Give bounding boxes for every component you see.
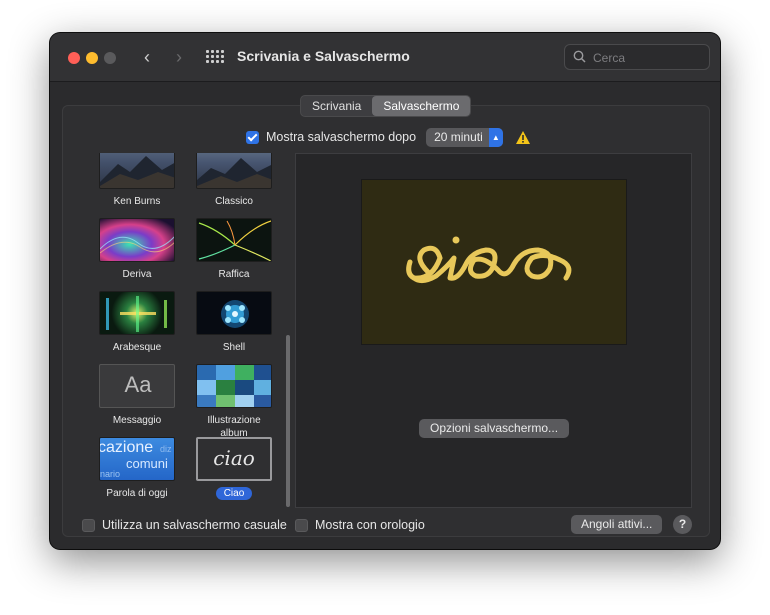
show-after-value: 20 minuti [434, 130, 483, 144]
clock-label: Mostra con orologio [315, 518, 425, 532]
random-row: Utilizza un salvaschermo casuale [82, 515, 287, 535]
mountain-landscape-icon [99, 153, 175, 189]
screensaver-illustrazione-album[interactable]: Illustrazione album [189, 364, 279, 441]
screensaver-ciao[interactable]: ciao Ciao [189, 437, 279, 501]
ciao-preview-script [406, 236, 572, 284]
album-mosaic-icon [196, 364, 272, 408]
tile-label: Arabesque [112, 342, 162, 353]
screensaver-raffica[interactable]: Raffica [189, 218, 279, 282]
title-bar: ‹ › Scrivania e Salvaschermo [50, 33, 720, 82]
word-of-day-icon: cazione diz comuni nario [99, 437, 175, 481]
screensaver-classico[interactable]: Classico [189, 153, 279, 209]
warning-icon[interactable] [515, 130, 531, 145]
tab-salvaschermo[interactable]: Salvaschermo [372, 96, 471, 116]
color-bars-icon [99, 291, 175, 335]
show-all-grid-icon[interactable] [206, 50, 224, 64]
back-chevron-icon[interactable]: ‹ [136, 45, 158, 69]
popup-arrows-icon: ▲ [488, 127, 503, 147]
thumb-text: Aa [124, 372, 152, 397]
search-input[interactable] [591, 48, 705, 68]
close-window-button[interactable] [68, 52, 80, 64]
show-after-row: Mostra salvaschermo dopo 20 minuti ▲ [246, 127, 531, 147]
tile-label: Ken Burns [113, 196, 161, 207]
thumb-text: comuni [126, 456, 168, 471]
screensaver-shell[interactable]: Shell [189, 291, 279, 355]
hot-corners-button[interactable]: Angoli attivi... [571, 515, 663, 534]
tile-label: Messaggio [112, 415, 162, 426]
mountain-landscape-icon [196, 153, 272, 189]
ciao-script-icon: ciao [196, 437, 272, 481]
clock-checkbox[interactable] [295, 518, 308, 532]
preview-area: ciao Opzioni salvaschermo... [295, 153, 692, 508]
thumb-text: cazione [99, 439, 154, 456]
tile-label: Deriva [122, 269, 152, 280]
search-field[interactable] [564, 44, 710, 70]
thumb-text: diz [160, 444, 172, 454]
minimize-window-button[interactable] [86, 52, 98, 64]
tab-segmented-control: Scrivania Salvaschermo [300, 95, 472, 117]
tab-scrivania[interactable]: Scrivania [301, 96, 372, 116]
help-button[interactable]: ? [673, 515, 692, 534]
tile-label: Shell [222, 342, 246, 353]
blue-shell-icon [196, 291, 272, 335]
window-title: Scrivania e Salvaschermo [237, 48, 410, 64]
show-after-label: Mostra salvaschermo dopo [266, 130, 417, 144]
tile-label: Classico [215, 196, 253, 207]
show-after-checkbox[interactable] [246, 130, 259, 144]
screensaver-ken-burns[interactable]: Ken Burns [92, 153, 182, 209]
tile-label: Raffica [218, 269, 250, 280]
screensaver-parola-di-oggi[interactable]: cazione diz comuni nario Parola di oggi [92, 437, 182, 501]
screensaver-arabesque[interactable]: Arabesque [92, 291, 182, 355]
thumb-text: ciao [213, 446, 255, 470]
screensaver-preview: ciao [361, 179, 627, 345]
colorful-waves-icon [99, 218, 175, 262]
tile-label: Parola di oggi [106, 488, 168, 499]
screensaver-messaggio[interactable]: Aa Messaggio [92, 364, 182, 428]
screensaver-list[interactable]: Ken Burns Classico Deriva Raffica Arabes… [92, 153, 286, 506]
thumb-text: nario [100, 469, 121, 479]
forward-chevron-icon[interactable]: › [168, 45, 190, 69]
show-after-popup[interactable]: 20 minuti ▲ [426, 127, 503, 147]
search-icon [573, 50, 586, 63]
list-scrollbar[interactable] [286, 335, 290, 507]
aa-text-icon: Aa [99, 364, 175, 408]
tile-label: Ciao [215, 487, 253, 500]
system-preferences-window: ‹ › Scrivania e Salvaschermo Scrivania S… [50, 33, 720, 549]
light-rays-icon [196, 218, 272, 262]
screensaver-deriva[interactable]: Deriva [92, 218, 182, 282]
screensaver-options-button[interactable]: Opzioni salvaschermo... [419, 419, 570, 438]
random-checkbox[interactable] [82, 518, 95, 532]
zoom-window-button[interactable] [104, 52, 116, 64]
clock-row: Mostra con orologio [295, 515, 425, 535]
random-label: Utilizza un salvaschermo casuale [102, 518, 287, 532]
